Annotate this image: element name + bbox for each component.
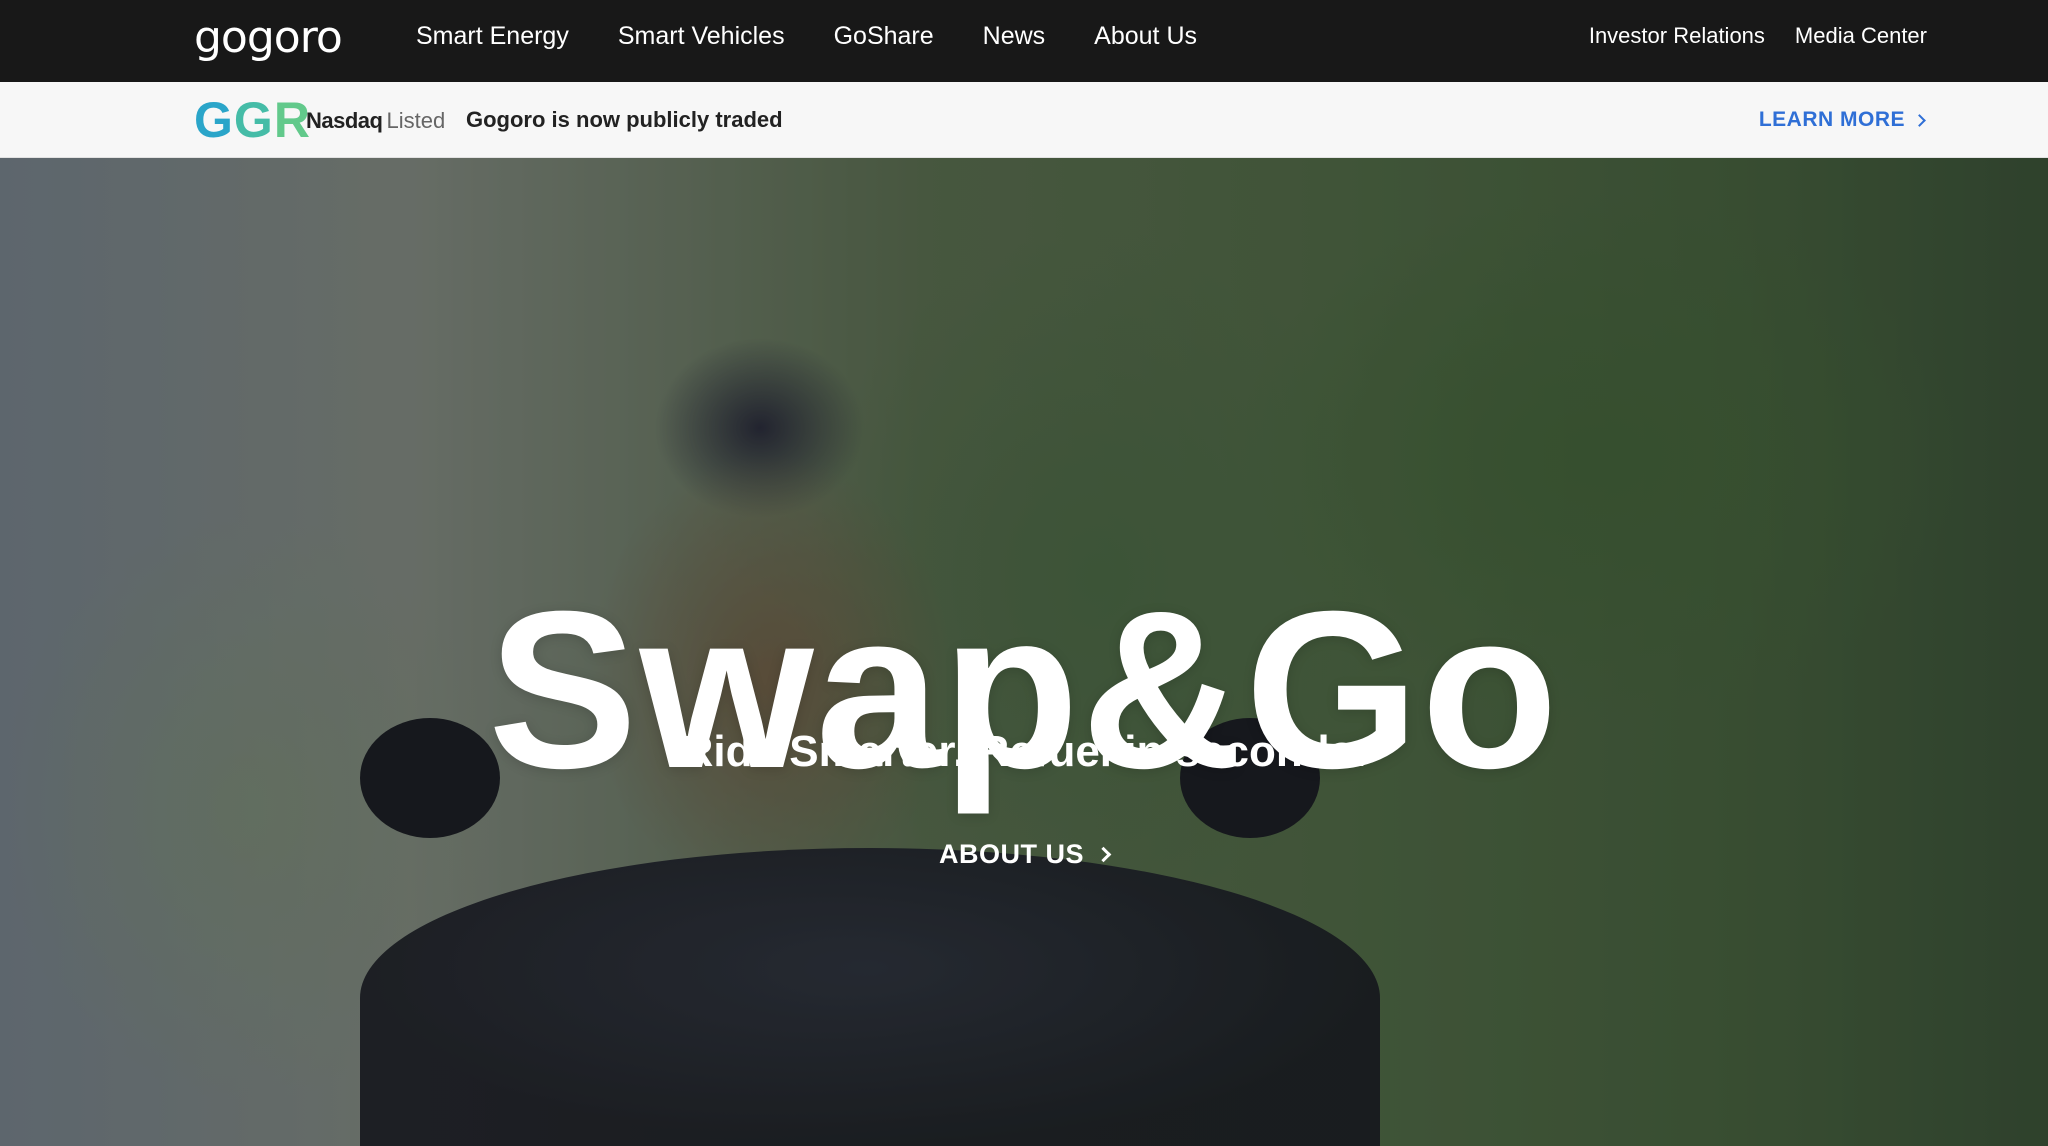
- ggr-ticker-logo: GGR: [194, 92, 311, 148]
- secondary-nav: Investor Relations Media Center: [1559, 0, 1927, 72]
- listed-word: Listed: [386, 108, 446, 133]
- announcement-bar: GGR Nasdaq Listed Gogoro is now publicly …: [0, 82, 2048, 158]
- learn-more-link[interactable]: LEARN MORE: [1758, 104, 1926, 136]
- nav-item-goshare[interactable]: GoShare: [834, 22, 934, 51]
- top-navigation: gogoro Smart Energy Smart Vehicles GoSha…: [0, 0, 2048, 82]
- chevron-right-icon: [1913, 113, 1926, 127]
- ticker-letter: G: [194, 92, 234, 148]
- nav-item-smart-energy[interactable]: Smart Energy: [416, 22, 569, 51]
- nasdaq-listed-label: Nasdaq Listed: [306, 106, 445, 136]
- nav-item-news[interactable]: News: [983, 22, 1046, 51]
- about-us-button[interactable]: ABOUT US: [939, 836, 1112, 872]
- nav-item-smart-vehicles[interactable]: Smart Vehicles: [618, 22, 785, 51]
- nasdaq-word: Nasdaq: [306, 108, 383, 133]
- ticker-letter: G: [233, 92, 274, 148]
- nav-item-investor-relations[interactable]: Investor Relations: [1589, 23, 1765, 49]
- hero-subtitle: Ride Smarter. Refuel in seconds.: [681, 727, 1367, 776]
- main-nav: Smart Energy Smart Vehicles GoShare News…: [416, 0, 1246, 72]
- nav-item-about-us[interactable]: About Us: [1094, 22, 1197, 51]
- about-us-label: ABOUT US: [939, 839, 1084, 869]
- hero-cta-wrapper: ABOUT US: [0, 836, 2048, 872]
- chevron-right-icon: [1095, 846, 1112, 862]
- learn-more-label: LEARN MORE: [1758, 108, 1905, 131]
- hero-banner: Swap&Go Ride Smarter. Refuel in seconds.…: [0, 158, 2048, 1146]
- nav-item-media-center[interactable]: Media Center: [1795, 23, 1927, 49]
- announcement-message: Gogoro is now publicly traded: [466, 107, 783, 132]
- gogoro-logo[interactable]: gogoro: [194, 12, 343, 64]
